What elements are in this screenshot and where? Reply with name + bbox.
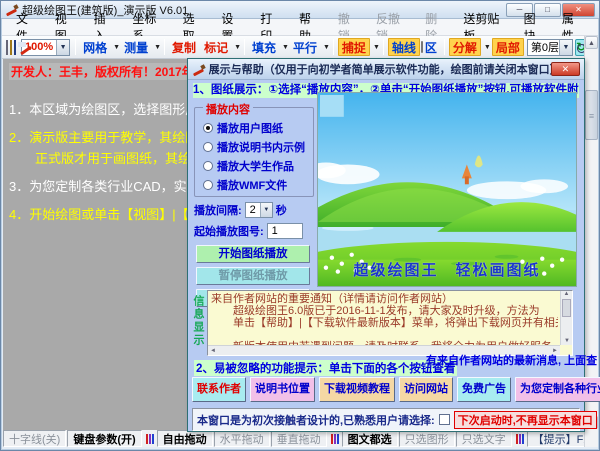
interval-label: 播放间隔: <box>194 202 242 218</box>
manual-location-button[interactable]: 说明书位置 <box>250 377 315 402</box>
radio-icon[interactable] <box>203 161 213 171</box>
layer-dropdown-icon[interactable]: ▼ <box>559 40 572 55</box>
mark-button[interactable]: 标记 <box>201 38 231 56</box>
measure-dropdown-icon[interactable]: ▼ <box>154 44 161 51</box>
link-buttons-row: 联系作者 说明书位置 下载视频教程 访问网站 免费广告 为您定制各种行业专用CA… <box>192 377 580 402</box>
layer-combobox[interactable]: 第0层 ▼ <box>527 39 573 56</box>
dialog-title-bar[interactable]: 展示与帮助（仅用于向初学者简单展示软件功能，绘图前请关闭本窗口） ✕ <box>188 59 584 80</box>
visit-website-button[interactable]: 访问网站 <box>399 377 453 402</box>
dialog-pencil-icon <box>192 63 205 76</box>
developer-line: 开发人：王丰，版权所有！2017年1月 <box>9 63 214 80</box>
landscape-illustration <box>318 93 576 287</box>
interval-dropdown-icon[interactable]: ▼ <box>260 203 272 217</box>
fill-button[interactable]: 填充 <box>249 38 279 56</box>
status-horizontal-drag[interactable]: 水平拖动 <box>214 430 270 447</box>
preview-caption: 超级绘图王 轻松画图纸 <box>318 259 576 280</box>
save-file-icon[interactable] <box>14 40 16 55</box>
interval-combobox[interactable]: 2 ▼ <box>245 202 273 218</box>
radio-user-drawings[interactable]: 播放用户图纸 <box>203 120 283 136</box>
tip-function-hints: 2、易被忽略的功能提示：单击下面的各个按钮查看 <box>194 360 457 376</box>
contact-author-button[interactable]: 联系作者 <box>192 377 246 402</box>
open-file-icon[interactable] <box>10 40 12 55</box>
separator-stripes-icon <box>143 430 157 447</box>
radio-selected-icon[interactable] <box>203 123 213 133</box>
dialog-footer: 本窗口是为初次接触者设计的,已熟悉用户请选择: 下次启动时,不再显示本窗口 ✕ <box>192 408 580 431</box>
footer-text: 本窗口是为初次接触者设计的,已熟悉用户请选择: <box>197 412 435 428</box>
status-vertical-drag[interactable]: 垂直拖动 <box>271 430 327 447</box>
radio-student-works[interactable]: 播放大学生作品 <box>203 158 294 174</box>
pause-playback-button: 暂停图纸播放 <box>196 267 310 285</box>
status-crosshair[interactable]: 十字线(关) <box>3 430 66 447</box>
start-number-row: 起始播放图号: 1 <box>194 223 303 239</box>
snap-dropdown-icon[interactable]: ▼ <box>373 44 380 51</box>
status-hint: 【提示】F2/Y:Y坐标锁定,F3/X:X坐标锁定, <box>527 430 584 447</box>
mark-dropdown-icon[interactable]: ▼ <box>234 44 241 51</box>
interval-row: 播放间隔: 2 ▼ 秒 <box>194 202 287 218</box>
explode-button[interactable]: 分解 <box>449 38 481 56</box>
demo-help-dialog: 展示与帮助（仅用于向初学者简单展示软件功能，绘图前请关闭本窗口） ✕ 1、图纸展… <box>187 58 585 432</box>
info-display-label: 信息显示 <box>191 295 206 357</box>
notice-text: 来自作者网站的重要通知（详情请访问作者网站） 超级绘图王6.0版已于2016-1… <box>211 293 558 345</box>
parallel-dropdown-icon[interactable]: ▼ <box>323 44 330 51</box>
fill-dropdown-icon[interactable]: ▼ <box>282 44 289 51</box>
toolbar: 100% ▼ 网格 ▼ 测量 ▼ 复制 标记 ▼ 填充 ▼ 平行 ▼ 捕捉 ▼ … <box>2 36 584 59</box>
free-ad-button[interactable]: 免费广告 <box>457 377 511 402</box>
axis-button[interactable]: 轴线 <box>388 38 420 56</box>
start-number-input[interactable]: 1 <box>267 223 303 239</box>
play-content-label: 播放内容 <box>203 101 253 117</box>
app-window: 超级绘图王(建筑版)_演示版 V6.01 ─ □ ✕ 文件 视图 插入 坐标系 … <box>0 0 600 451</box>
status-select-text[interactable]: 只选文字 <box>456 430 512 447</box>
download-video-button[interactable]: 下载视频教程 <box>319 377 395 402</box>
partial-button[interactable]: 局部 <box>492 38 524 56</box>
snap-button[interactable]: 捕捉 <box>338 38 370 56</box>
grid-dropdown-icon[interactable]: ▼ <box>113 44 120 51</box>
start-number-label: 起始播放图号: <box>194 223 264 239</box>
separator-stripes-icon <box>328 430 342 447</box>
status-select-shapes[interactable]: 只选图形 <box>399 430 455 447</box>
scrollbar-thumb[interactable] <box>585 90 598 140</box>
printer-icon[interactable] <box>421 41 423 53</box>
custom-cad-button[interactable]: 为您定制各种行业专用CAD! <box>515 377 600 402</box>
measure-button[interactable]: 测量 <box>121 38 151 56</box>
play-content-groupbox: 播放内容 播放用户图纸 播放说明书内示例 播放大学生作品 播放WMF文件 <box>194 107 314 197</box>
status-keyboard-params[interactable]: 键盘参数(开) <box>67 430 141 447</box>
dialog-close-button[interactable]: ✕ <box>551 62 580 76</box>
print-area-button[interactable]: 区 <box>425 38 440 56</box>
explode-dropdown-icon[interactable]: ▼ <box>484 44 491 51</box>
dont-show-again-checkbox[interactable] <box>439 414 450 425</box>
notice-textarea[interactable]: 来自作者网站的重要通知（详情请访问作者网站） 超级绘图王6.0版已于2016-1… <box>207 290 573 356</box>
layer-value: 第0层 <box>531 39 559 55</box>
preview-image: 超级绘图王 轻松画图纸 <box>317 92 577 287</box>
status-select-both[interactable]: 图文都选 <box>342 430 398 447</box>
interval-unit: 秒 <box>276 202 287 218</box>
dont-show-again-label[interactable]: 下次启动时,不再显示本窗口 <box>454 411 597 429</box>
scroll-up-icon[interactable]: ▲ <box>585 36 598 49</box>
grid-button[interactable]: 网格 <box>80 38 110 56</box>
radio-wmf-files[interactable]: 播放WMF文件 <box>203 177 287 193</box>
interval-value: 2 <box>246 204 260 216</box>
status-free-drag[interactable]: 自由拖动 <box>157 430 213 447</box>
parallel-button[interactable]: 平行 <box>290 38 320 56</box>
dialog-title: 展示与帮助（仅用于向初学者简单展示软件功能，绘图前请关闭本窗口） <box>209 61 551 77</box>
menu-bar: 文件 视图 插入 坐标系 选取 设置 打印 帮助 撤销 反撤销 删除 送剪贴板 … <box>2 19 598 36</box>
separator-stripes-icon <box>513 430 527 447</box>
radio-icon[interactable] <box>203 142 213 152</box>
new-file-icon[interactable] <box>6 40 8 55</box>
latest-news-note: 有来自作者网站的最新消息, 上面查 <box>426 352 597 368</box>
radio-manual-examples[interactable]: 播放说明书内示例 <box>203 139 305 155</box>
notice-vertical-scrollbar[interactable]: ▲▼ <box>560 291 572 345</box>
start-playback-button[interactable]: 开始图纸播放 <box>196 245 310 263</box>
radio-icon[interactable] <box>203 180 213 190</box>
zoom-dropdown-icon[interactable]: ▼ <box>56 40 69 55</box>
status-bar: 十字线(关) 键盘参数(开) 自由拖动 水平拖动 垂直拖动 图文都选 只选图形 … <box>3 430 584 447</box>
copy-button[interactable]: 复制 <box>169 38 199 56</box>
